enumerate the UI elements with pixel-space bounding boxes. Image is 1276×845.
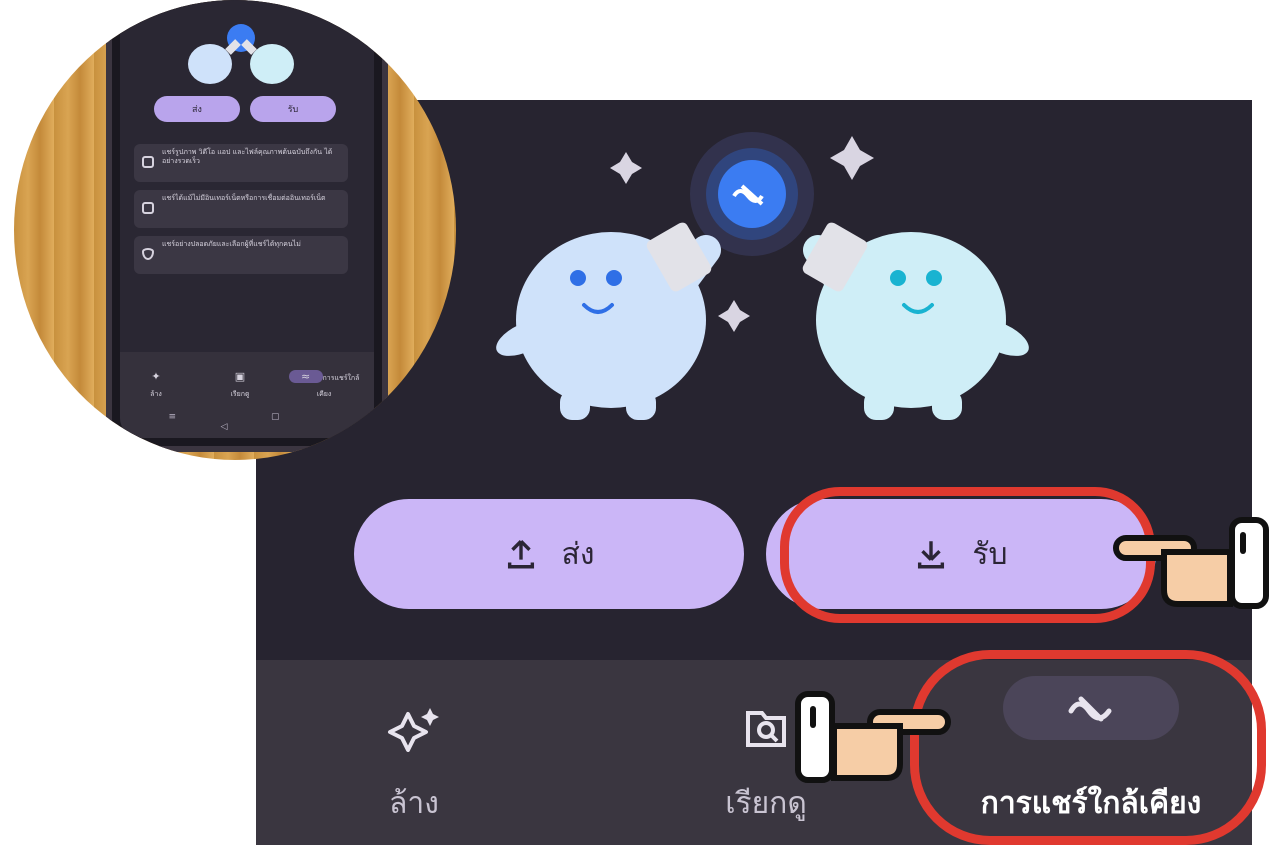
nav-item-clean[interactable]: ล้าง	[326, 696, 502, 827]
nearby-share-icon: ≈	[288, 370, 323, 383]
phone-photo-inset: ส่ง รับ แชร์รูปภาพ วิดีโอ แอป และไฟล์คุณ…	[14, 0, 456, 460]
pointing-hand-icon	[795, 691, 951, 783]
nav-label-clean: ล้าง	[389, 786, 439, 821]
pointing-hand-icon	[1113, 517, 1269, 609]
mini-info-card: แชร์อย่างปลอดภัยและเลือกผู้ที่แชร์ได้ทุก…	[134, 236, 348, 274]
sparkle-icon	[326, 696, 502, 760]
mini-nav-item-browse: ▣ เรียกดู	[210, 370, 270, 400]
mini-receive-label: รับ	[287, 105, 299, 115]
highlight-ring-receive	[780, 487, 1155, 623]
send-label: ส่ง	[561, 536, 595, 572]
folder-search-icon: ▣	[234, 370, 246, 383]
mini-info-card: แชร์รูปภาพ วิดีโอ แอป และไฟล์คุณภาพต้นฉบ…	[134, 144, 348, 182]
phone-screen: ส่ง รับ แชร์รูปภาพ วิดีโอ แอป และไฟล์คุณ…	[120, 0, 374, 438]
upload-icon	[507, 540, 534, 569]
mini-receive-button: รับ	[250, 96, 336, 122]
nav-label-browse: เรียกดู	[725, 786, 807, 821]
mini-illustration	[188, 24, 294, 84]
sparkle-icon: ✦	[151, 370, 161, 383]
system-navigation-bar: ≡ ▢ ◁	[168, 412, 326, 432]
mini-bottom-navigation: ✦ ล้าง ▣ เรียกดู ≈ การแชร์ใกล้เคียง ≡ ▢ ◁	[120, 352, 374, 438]
send-button[interactable]: ส่ง	[354, 499, 744, 609]
mini-info-card: แชร์ได้แม้ไม่มีอินเทอร์เน็ตหรือการเชื่อม…	[134, 190, 348, 228]
mini-nav-item-nearby-share: ≈ การแชร์ใกล้เคียง	[288, 370, 360, 400]
mini-send-button: ส่ง	[154, 96, 240, 122]
mini-nav-item-clean: ✦ ล้าง	[126, 370, 186, 400]
mini-send-label: ส่ง	[192, 105, 202, 115]
highlight-ring-nearby-share	[910, 650, 1266, 845]
shield-icon	[142, 248, 154, 260]
image-icon	[142, 156, 154, 168]
phone-device: ส่ง รับ แชร์รูปภาพ วิดีโอ แอป และไฟล์คุณ…	[106, 0, 388, 452]
offline-icon	[142, 202, 154, 214]
